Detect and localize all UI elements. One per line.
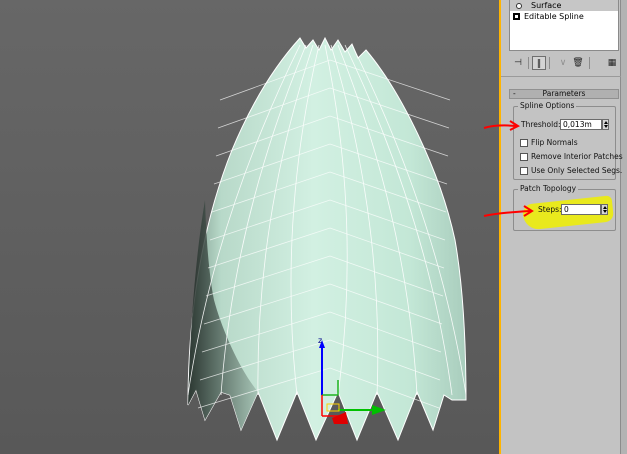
spline-options-group: Spline Options Threshold: 0,013m Flip No… (513, 101, 623, 180)
group-title: Spline Options (518, 101, 577, 110)
divider (501, 76, 621, 77)
group-title: Patch Topology (518, 184, 579, 193)
stack-item-label: Surface (531, 1, 562, 10)
threshold-spinner[interactable] (602, 119, 609, 130)
parameters-rollout-header[interactable]: - Parameters (509, 89, 619, 99)
configure-modifier-sets-icon[interactable]: ▦ (605, 56, 619, 70)
modifier-stack-toolbar: ⊣ ‖ ∨ 🗑 ▦ (509, 56, 621, 72)
show-end-result-icon[interactable]: ‖ (532, 56, 546, 70)
panel-scrollbar[interactable] (620, 0, 627, 454)
remove-interior-patches-checkbox[interactable] (520, 153, 528, 161)
use-only-selected-segs-checkbox[interactable] (520, 167, 528, 175)
rollout-title: Parameters (542, 89, 586, 98)
remove-interior-patches-label: Remove Interior Patches (531, 152, 623, 161)
steps-input[interactable]: 0 (561, 204, 601, 215)
arrow-annotation-threshold (483, 120, 521, 131)
threshold-label: Threshold: (521, 120, 561, 129)
modifier-stack-list[interactable]: Surface Editable Spline (509, 0, 619, 51)
stack-item-label: Editable Spline (524, 12, 584, 21)
lightbulb-icon[interactable] (516, 2, 522, 9)
remove-modifier-icon[interactable]: 🗑 (571, 56, 585, 70)
flip-normals-checkbox[interactable] (520, 139, 528, 147)
arrow-annotation-steps (483, 205, 534, 217)
steps-spinner[interactable] (601, 204, 608, 215)
stack-item-surface[interactable]: Surface (510, 0, 618, 11)
gizmo-z-label: z (318, 336, 322, 345)
viewport[interactable]: z (0, 0, 500, 454)
collapse-icon[interactable]: - (513, 90, 516, 98)
command-panel: Surface Editable Spline ⊣ ‖ ∨ 🗑 ▦ - Para… (501, 0, 627, 454)
steps-label: Steps: (538, 205, 562, 214)
object-box-icon (513, 13, 520, 20)
make-unique-icon[interactable]: ∨ (556, 56, 570, 70)
flip-normals-label: Flip Normals (531, 138, 578, 147)
stack-item-editable-spline[interactable]: Editable Spline (510, 11, 618, 22)
threshold-input[interactable]: 0,013m (560, 119, 602, 130)
use-only-selected-segs-label: Use Only Selected Segs. (531, 166, 623, 175)
pin-stack-icon[interactable]: ⊣ (511, 56, 525, 70)
surface-model[interactable]: z (0, 0, 500, 454)
